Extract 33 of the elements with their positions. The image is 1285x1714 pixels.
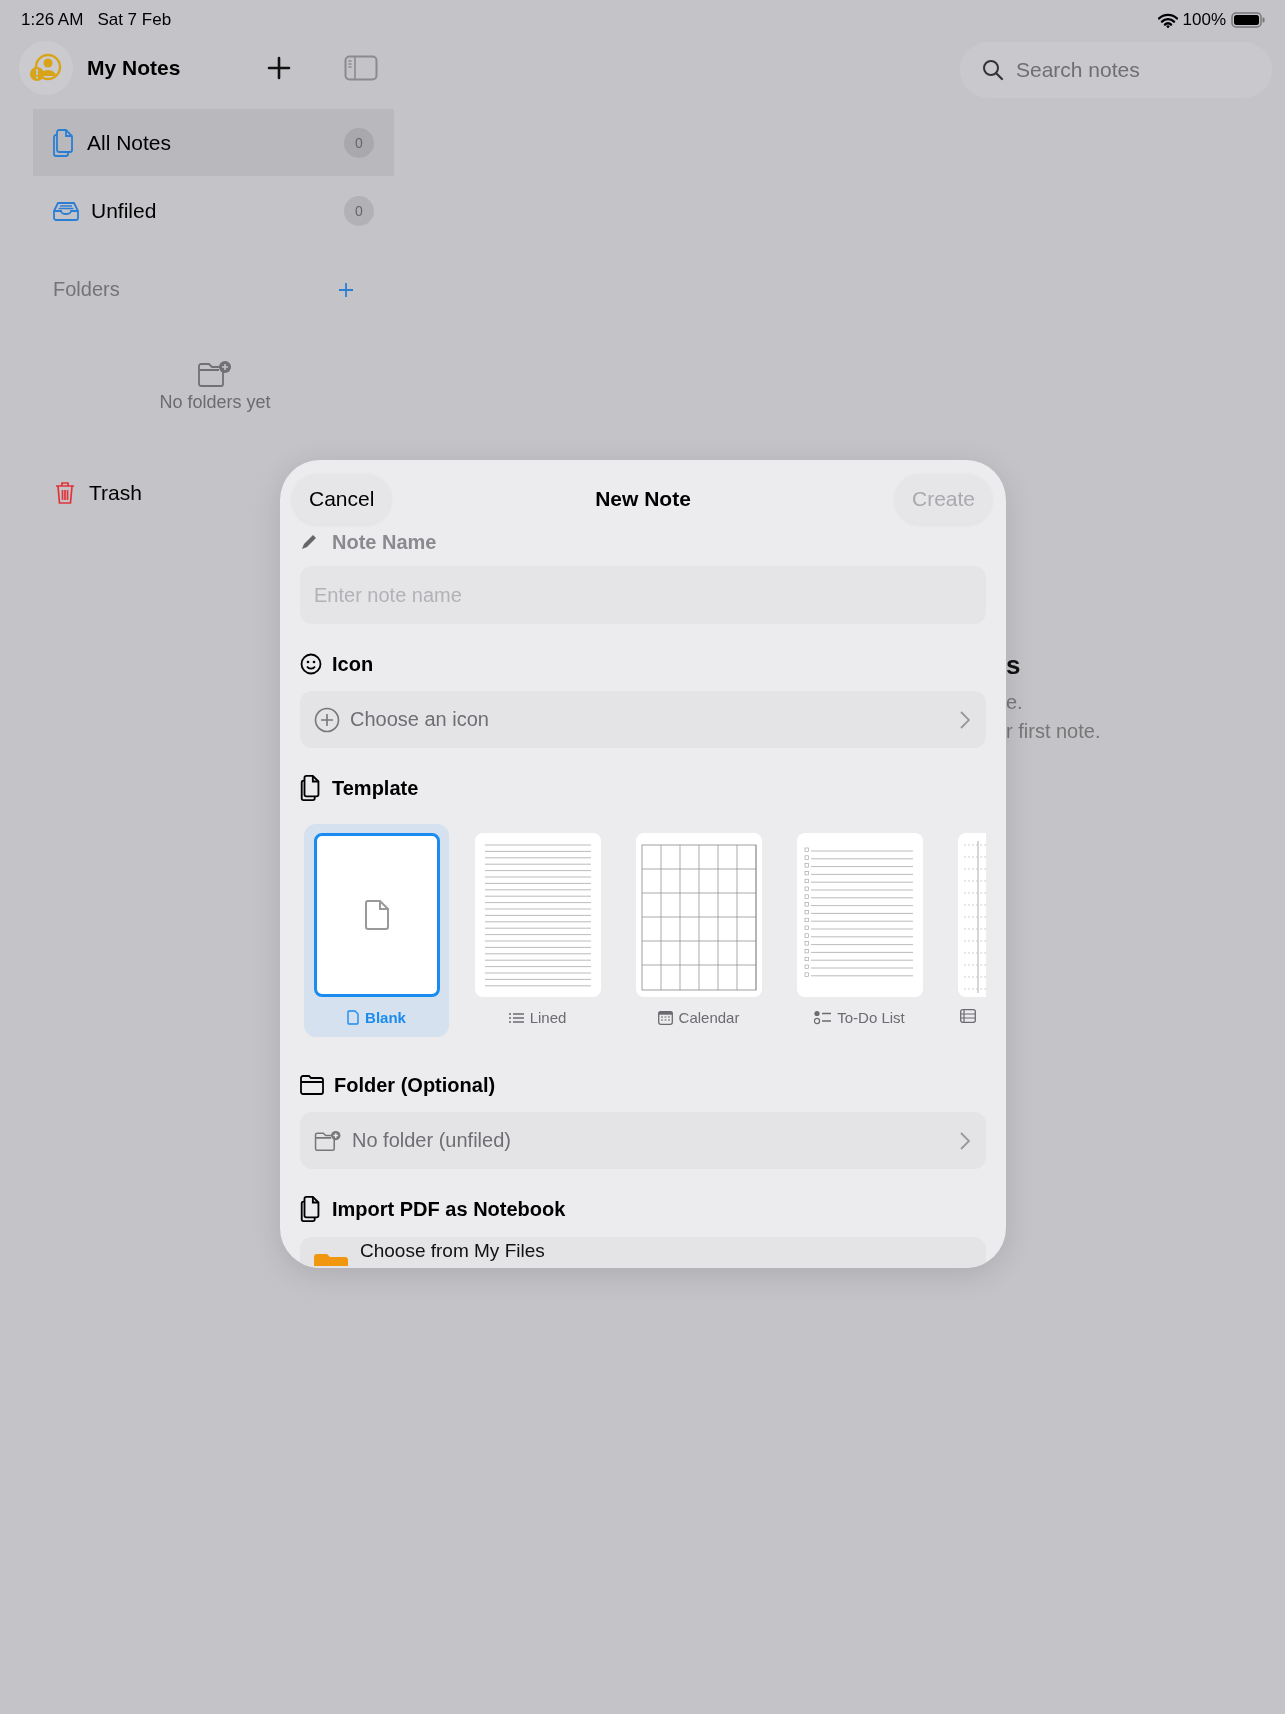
section-heading: Folders (53, 278, 120, 301)
cancel-button[interactable]: Cancel (292, 474, 392, 524)
template-option[interactable]: Calendar (626, 824, 771, 1037)
icon-picker-row[interactable]: Choose an icon (300, 691, 986, 748)
template-option[interactable]: To-Do List (787, 824, 932, 1037)
status-time: 1:26 AM (21, 10, 84, 30)
dialog-title: New Note (595, 487, 691, 511)
template-label: To-Do List (837, 1009, 905, 1026)
template-option[interactable]: Blank (304, 824, 449, 1037)
field-label: Note Name (332, 530, 437, 554)
template-label: Lined (529, 1009, 567, 1026)
trash-item[interactable]: Trash (55, 481, 175, 505)
section-heading: Template (332, 776, 419, 800)
section-heading: Folder (Optional) (334, 1073, 496, 1097)
folder-picker-row[interactable]: No folder (unfiled) (300, 1112, 986, 1169)
welcome-text: r first note. (1006, 720, 1101, 743)
empty-message: No folders yet (159, 392, 271, 413)
count-badge: 0 (344, 195, 374, 226)
count-badge: 0 (344, 127, 374, 158)
sidebar-item[interactable]: All Notes 0 (33, 109, 394, 176)
section-heading: Import PDF as Notebook (332, 1197, 566, 1221)
sidebar-title: My Notes (87, 56, 182, 80)
battery-percent: 100% (1182, 10, 1226, 30)
welcome-text: e. (1006, 691, 1024, 714)
sidebar-item[interactable]: Unfiled 0 (33, 177, 394, 244)
welcome-heading: s (1006, 650, 1022, 681)
section-heading: Icon (332, 652, 374, 676)
template-label: Calendar (678, 1009, 740, 1026)
import-files-row[interactable]: Choose from My Files (300, 1237, 986, 1268)
status-date: Sat 7 Feb (97, 10, 172, 30)
search-field[interactable]: Search notes (960, 42, 1272, 98)
template-label: Blank (365, 1009, 406, 1026)
template-option[interactable]: Lined (465, 824, 610, 1037)
